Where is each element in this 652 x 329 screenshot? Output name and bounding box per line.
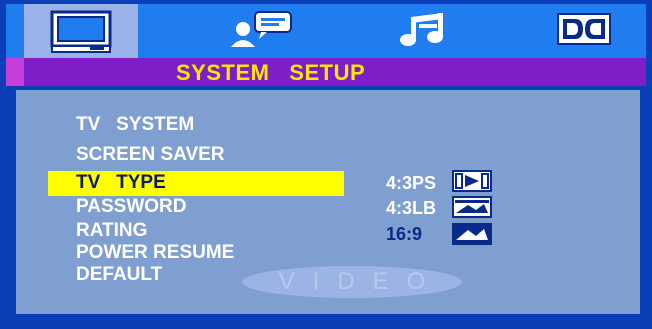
aspect-16-9-widescreen-icon[interactable]: [452, 223, 492, 245]
option-16-9[interactable]: 16:9: [386, 224, 422, 245]
music-note-icon: [397, 9, 451, 54]
menu-item-screen-saver[interactable]: SCREEN SAVER: [76, 144, 225, 166]
setup-menu-window: SYSTEM SETUP TV SYSTEM SCREEN SAVER TV T…: [6, 4, 646, 324]
menu-item-password[interactable]: PASSWORD: [76, 196, 186, 218]
video-watermark: VIDEO: [242, 266, 462, 298]
title-bar-accent: [6, 58, 24, 86]
option-4-3ps[interactable]: 4:3PS: [386, 173, 436, 194]
menu-item-tv-type[interactable]: TV TYPE: [76, 172, 166, 194]
audio-setup-tab[interactable]: [364, 4, 484, 58]
menu-item-rating[interactable]: RATING: [76, 220, 147, 242]
page-title: SYSTEM SETUP: [176, 60, 366, 85]
menu-item-power-resume[interactable]: POWER RESUME: [76, 242, 234, 264]
aspect-4-3-panscan-icon[interactable]: [452, 170, 492, 192]
language-setup-tab[interactable]: [202, 4, 322, 58]
aspect-4-3-letterbox-icon[interactable]: [452, 196, 492, 218]
menu-item-default[interactable]: DEFAULT: [76, 264, 162, 286]
option-4-3lb[interactable]: 4:3LB: [386, 198, 436, 219]
tab-bar: [6, 4, 646, 86]
dolby-icon: [556, 11, 612, 52]
tv-monitor-icon: [50, 10, 112, 59]
dolby-setup-tab[interactable]: [524, 4, 644, 58]
menu-item-tv-system[interactable]: TV SYSTEM: [76, 114, 194, 136]
speaker-person-icon: [227, 9, 297, 54]
